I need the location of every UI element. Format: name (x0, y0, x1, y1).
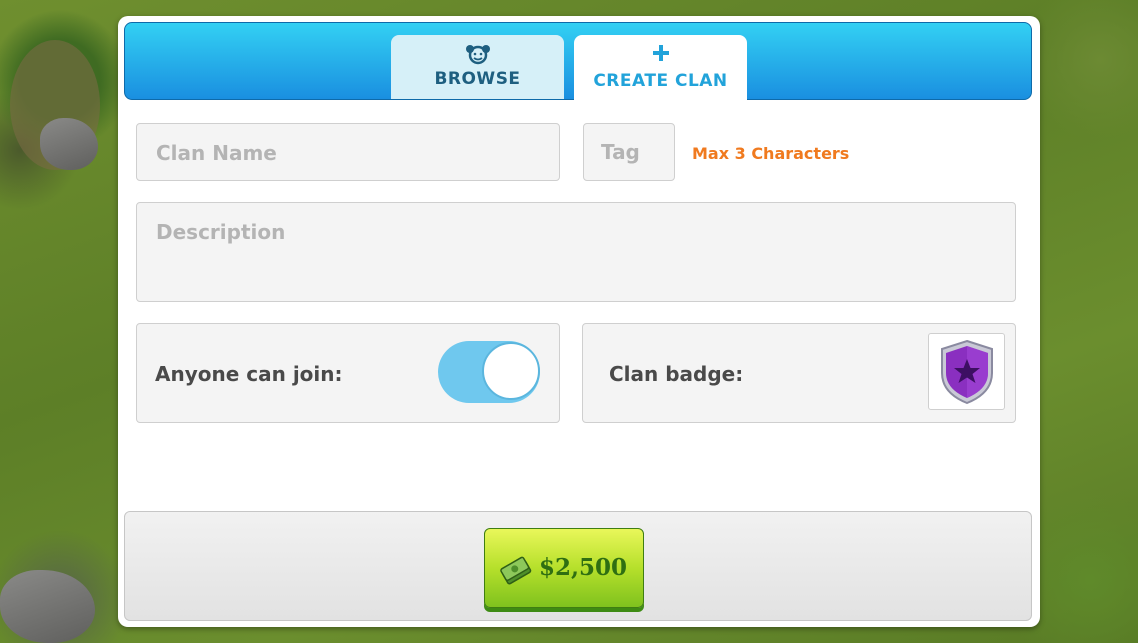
tab-browse-label: BROWSE (434, 69, 521, 89)
anyone-can-join-toggle[interactable] (438, 341, 540, 403)
tab-browse[interactable]: BROWSE (391, 35, 564, 99)
rock (0, 570, 95, 643)
tag-placeholder: Tag (601, 140, 640, 164)
toggle-knob[interactable] (482, 342, 540, 400)
tab-create-clan-label: CREATE CLAN (593, 71, 728, 91)
badge-setting-box: Clan badge: (582, 323, 1016, 423)
purchase-bar: $2,500 (124, 511, 1032, 621)
tag-input[interactable]: Tag (583, 123, 675, 181)
clan-name-input[interactable]: Clan Name (136, 123, 560, 181)
description-input[interactable]: Description (136, 202, 1016, 302)
price-label: $2,500 (539, 554, 628, 581)
tag-hint: Max 3 Characters (692, 144, 850, 163)
clan-badge-label: Clan badge: (609, 362, 744, 386)
create-clan-dialog: BROWSE CREATE CLAN Clan Name Tag Max 3 C… (118, 16, 1040, 627)
buy-button[interactable]: $2,500 (484, 528, 644, 608)
plus-icon (574, 45, 747, 64)
clan-badge-button[interactable] (928, 333, 1005, 410)
join-setting-box: Anyone can join: (136, 323, 560, 423)
tab-bar: BROWSE CREATE CLAN (124, 22, 1032, 101)
anyone-can-join-label: Anyone can join: (155, 362, 343, 386)
friends-icon (391, 43, 564, 69)
tab-create-clan[interactable]: CREATE CLAN (574, 35, 747, 101)
clan-name-placeholder: Clan Name (156, 141, 277, 165)
cash-stack-icon (500, 556, 532, 585)
purple-star-shield-icon (941, 339, 993, 405)
description-placeholder: Description (156, 220, 286, 244)
